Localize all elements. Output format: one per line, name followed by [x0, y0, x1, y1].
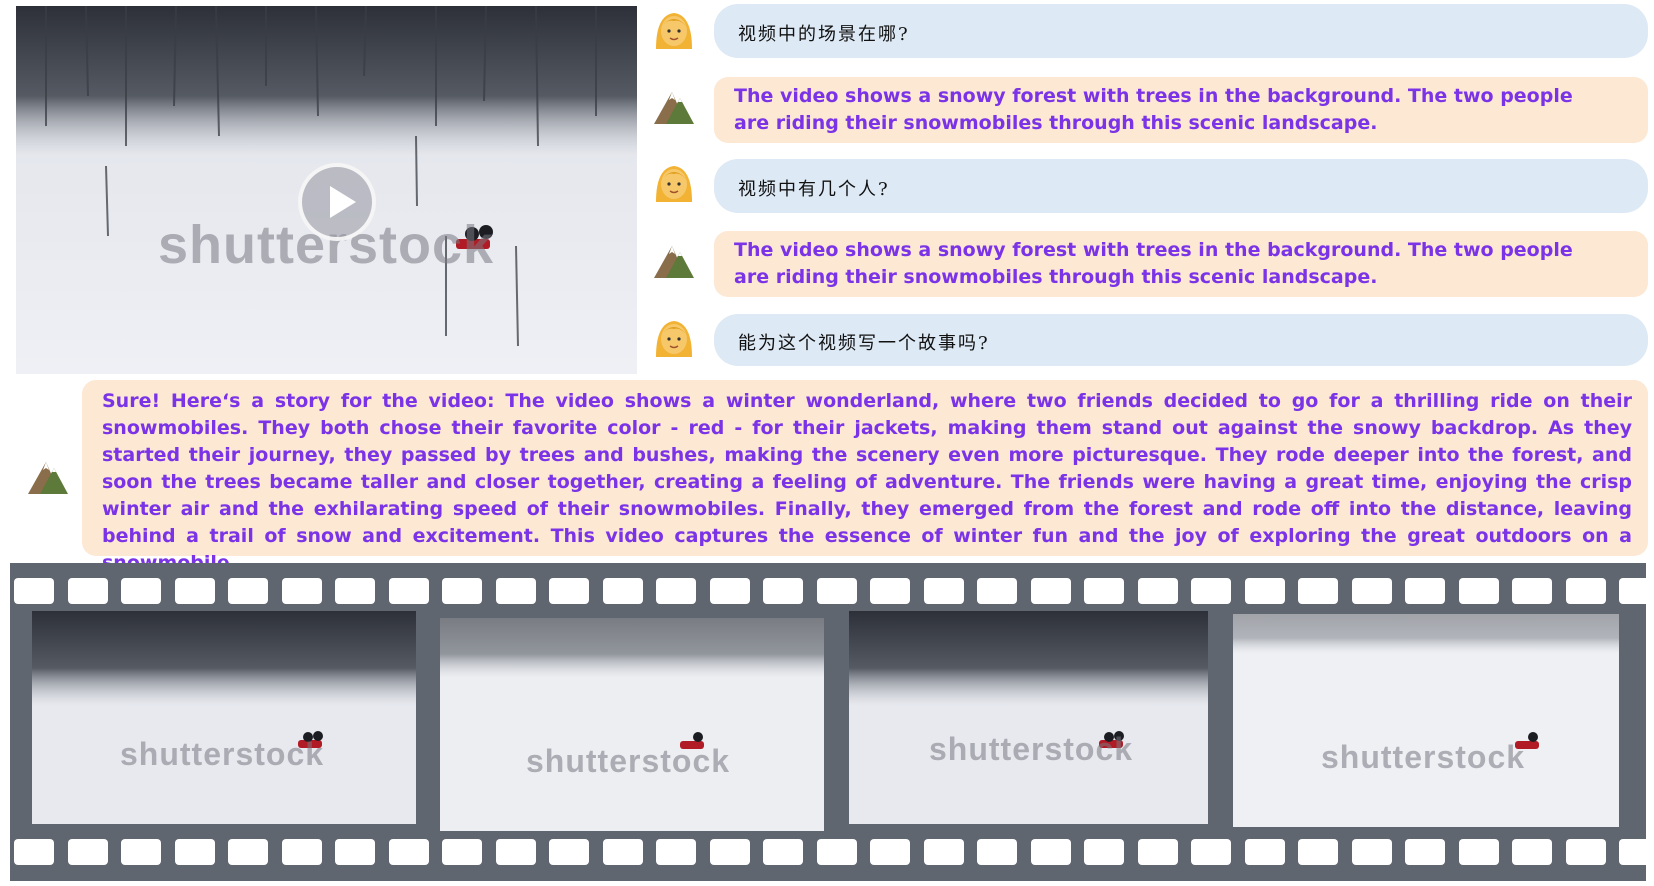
film-perforation	[1619, 578, 1654, 604]
assistant-message-text: The video shows a snowy forest with tree…	[734, 239, 1573, 288]
film-perforations-top	[10, 578, 1654, 604]
user-message-text: 能为这个视频写一个故事吗?	[738, 333, 990, 354]
watermark: shutterstock	[526, 743, 731, 779]
video-frame-4[interactable]: shutterstock	[1233, 614, 1619, 827]
user-message: 视频中有几个人?	[714, 159, 1648, 213]
assistant-message-text: Sure! Here‘s a story for the video: The …	[102, 390, 1632, 574]
film-perforations-bottom	[10, 839, 1654, 865]
mountain-avatar-icon	[654, 246, 694, 278]
film-perforation	[282, 578, 322, 604]
user-message: 视频中的场景在哪?	[714, 4, 1648, 58]
film-perforation	[282, 839, 322, 865]
film-perforation	[549, 578, 589, 604]
frame-image	[32, 611, 416, 824]
video-frame-2[interactable]: shutterstock	[440, 618, 824, 831]
film-perforation	[1566, 839, 1606, 865]
film-perforation	[1191, 578, 1231, 604]
user-message: 能为这个视频写一个故事吗?	[714, 314, 1648, 366]
film-perforation	[1245, 578, 1285, 604]
film-perforation	[14, 839, 54, 865]
film-perforation	[121, 839, 161, 865]
frame-image	[849, 611, 1208, 824]
user-message-text: 视频中有几个人?	[738, 179, 890, 200]
film-perforation	[924, 839, 964, 865]
film-perforation	[442, 578, 482, 604]
assistant-message-text: The video shows a snowy forest with tree…	[734, 85, 1573, 134]
video-frame-1[interactable]: shutterstock	[32, 611, 416, 824]
assistant-message: The video shows a snowy forest with tree…	[714, 77, 1648, 143]
film-perforation	[1298, 839, 1338, 865]
film-perforation	[335, 839, 375, 865]
assistant-message: The video shows a snowy forest with tree…	[714, 231, 1648, 297]
woman-avatar-icon	[656, 13, 692, 49]
video-frame-3[interactable]: shutterstock	[849, 611, 1208, 824]
woman-avatar-icon	[656, 166, 692, 202]
film-perforation	[1084, 839, 1124, 865]
film-perforation	[977, 578, 1017, 604]
film-perforation	[1031, 578, 1071, 604]
play-icon	[330, 186, 356, 218]
film-perforation	[442, 839, 482, 865]
watermark: shutterstock	[120, 736, 325, 772]
film-perforation	[1512, 578, 1552, 604]
frame-image	[440, 618, 824, 831]
film-perforation	[1191, 839, 1231, 865]
film-perforation	[924, 578, 964, 604]
mountain-avatar-icon	[28, 462, 68, 494]
film-perforation	[228, 839, 268, 865]
film-perforation	[763, 839, 803, 865]
film-perforation	[1352, 578, 1392, 604]
video-player[interactable]: shutterstock	[16, 6, 637, 374]
film-perforation	[1459, 578, 1499, 604]
mountain-avatar-icon	[654, 92, 694, 124]
film-perforation	[1084, 578, 1124, 604]
film-perforation	[710, 578, 750, 604]
frame-image	[1233, 614, 1619, 827]
film-strip: shutterstock shutterstock shutterstock s…	[10, 563, 1654, 881]
film-perforation	[1405, 839, 1445, 865]
film-perforation	[870, 578, 910, 604]
film-perforation	[175, 839, 215, 865]
film-perforation	[603, 839, 643, 865]
film-perforation	[228, 578, 268, 604]
film-perforation	[1459, 839, 1499, 865]
film-perforation	[1138, 578, 1178, 604]
film-perforation	[763, 578, 803, 604]
film-perforation	[870, 839, 910, 865]
film-perforation	[1298, 578, 1338, 604]
play-button[interactable]	[298, 163, 376, 241]
user-message-text: 视频中的场景在哪?	[738, 24, 910, 45]
film-perforation	[817, 839, 857, 865]
film-perforation	[496, 839, 536, 865]
film-perforation	[1619, 839, 1654, 865]
film-perforation	[175, 578, 215, 604]
film-perforation	[14, 578, 54, 604]
film-perforation	[710, 839, 750, 865]
film-perforation	[817, 578, 857, 604]
film-perforation	[1138, 839, 1178, 865]
film-perforation	[549, 839, 589, 865]
film-perforation	[389, 839, 429, 865]
watermark: shutterstock	[1321, 739, 1526, 775]
woman-avatar-icon	[656, 321, 692, 357]
film-perforation	[1405, 578, 1445, 604]
watermark: shutterstock	[929, 731, 1134, 767]
film-perforation	[68, 839, 108, 865]
film-perforation	[1566, 578, 1606, 604]
film-perforation	[656, 578, 696, 604]
film-perforation	[603, 578, 643, 604]
film-perforation	[68, 578, 108, 604]
film-perforation	[1352, 839, 1392, 865]
film-perforation	[335, 578, 375, 604]
film-perforation	[1245, 839, 1285, 865]
film-perforation	[389, 578, 429, 604]
film-perforation	[656, 839, 696, 865]
film-perforation	[1031, 839, 1071, 865]
film-perforation	[121, 578, 161, 604]
assistant-story-message: Sure! Here‘s a story for the video: The …	[82, 380, 1648, 574]
film-perforation	[1512, 839, 1552, 865]
film-perforation	[977, 839, 1017, 865]
film-perforation	[496, 578, 536, 604]
